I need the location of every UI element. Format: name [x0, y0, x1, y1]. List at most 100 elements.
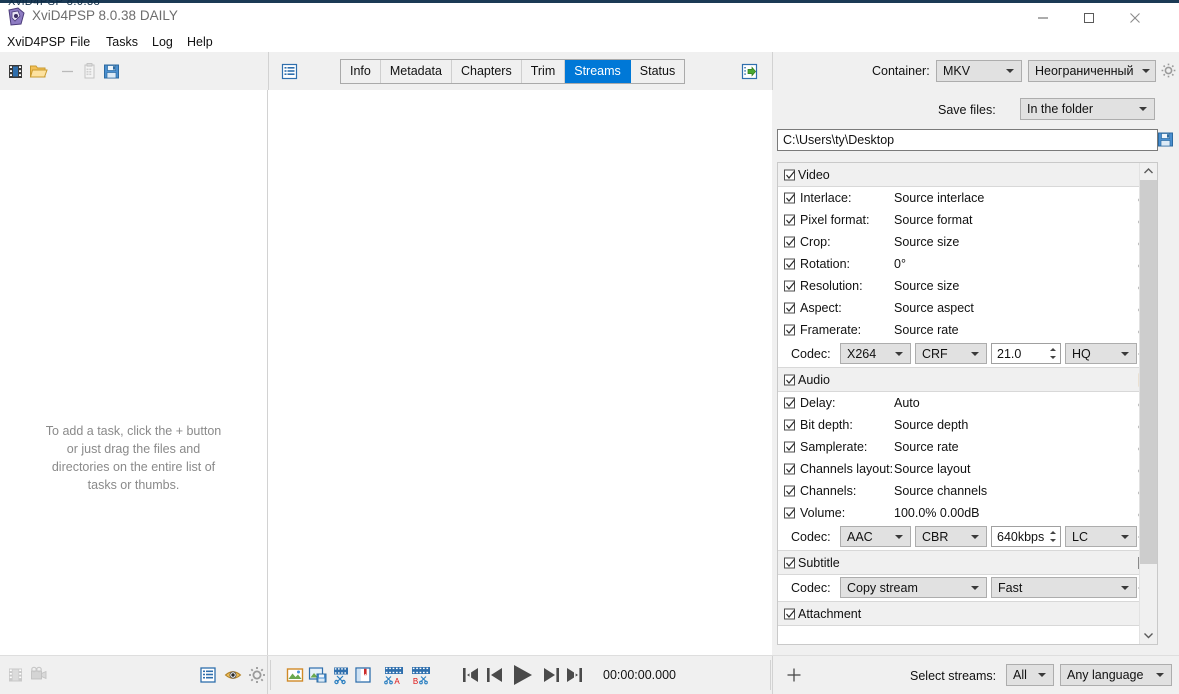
minimize-button[interactable]	[1020, 3, 1066, 33]
video-quality-stepper[interactable]: 21.0	[991, 343, 1061, 364]
profile-select[interactable]: Неограниченный	[1028, 60, 1156, 82]
stepper-up-icon[interactable]	[1050, 531, 1056, 534]
group-header-attachment[interactable]: Attachment	[778, 601, 1157, 626]
scroll-down-button[interactable]	[1140, 627, 1157, 644]
group-header-audio[interactable]: Audio	[778, 367, 1157, 392]
select-streams-dropdown[interactable]: All	[1006, 664, 1054, 686]
stepper-buttons[interactable]	[1048, 345, 1059, 362]
skip-back-icon[interactable]	[461, 664, 483, 686]
film-strip-icon[interactable]	[6, 665, 26, 685]
list-icon[interactable]	[198, 665, 218, 685]
save-files-select[interactable]: In the folder	[1020, 98, 1155, 120]
output-path-input[interactable]: C:\Users\ty\Desktop	[777, 129, 1158, 151]
video-checkbox[interactable]	[784, 169, 795, 180]
trim-start-a-icon[interactable]: A	[383, 665, 403, 686]
step-back-icon[interactable]	[485, 664, 507, 686]
camera-icon[interactable]	[29, 665, 49, 685]
menu-item-xvid4psp[interactable]: XviD4PSP	[2, 33, 70, 52]
attachment-checkbox[interactable]	[784, 608, 795, 619]
settings-scrollbar[interactable]	[1139, 163, 1157, 644]
setting-row-channels-layout[interactable]: Channels layout: Source layout	[778, 458, 1157, 480]
setting-row-framerate[interactable]: Framerate: Source rate	[778, 319, 1157, 341]
setting-row-volume[interactable]: Volume: 100.0% 0.00dB	[778, 502, 1157, 524]
tab-trim[interactable]: Trim	[522, 60, 566, 83]
bit-depth-checkbox[interactable]	[784, 419, 795, 431]
save-disk-icon[interactable]	[1156, 130, 1175, 149]
film-icon[interactable]	[6, 62, 25, 81]
maximize-button[interactable]	[1066, 3, 1112, 33]
language-dropdown[interactable]: Any language	[1060, 664, 1172, 686]
audio-profile-select[interactable]: LC	[1065, 526, 1137, 547]
menu-item-tasks[interactable]: Tasks	[101, 33, 143, 52]
tab-chapters[interactable]: Chapters	[452, 60, 522, 83]
interlace-checkbox[interactable]	[784, 192, 795, 204]
tab-info[interactable]: Info	[341, 60, 381, 83]
setting-row-resolution[interactable]: Resolution: Source size	[778, 275, 1157, 297]
tab-streams[interactable]: Streams	[565, 60, 631, 83]
setting-row-aspect[interactable]: Aspect: Source aspect	[778, 297, 1157, 319]
channels-layout-checkbox[interactable]	[784, 463, 795, 475]
trim-end-b-icon[interactable]: B	[410, 665, 430, 686]
menu-item-help[interactable]: Help	[182, 33, 218, 52]
pixel-format-checkbox[interactable]	[784, 214, 795, 226]
setting-row-samplerate[interactable]: Samplerate: Source rate	[778, 436, 1157, 458]
save-icon[interactable]	[102, 62, 121, 81]
channels-checkbox[interactable]	[784, 485, 795, 497]
framerate-checkbox[interactable]	[784, 324, 795, 336]
setting-row-pixel-format[interactable]: Pixel format: Source format	[778, 209, 1157, 231]
profile-value: Неограниченный	[1035, 64, 1134, 78]
bookmark-icon[interactable]	[353, 665, 373, 685]
video-mode-select[interactable]: CRF	[915, 343, 987, 364]
tab-metadata[interactable]: Metadata	[381, 60, 452, 83]
subtitle-checkbox[interactable]	[784, 557, 795, 568]
rotation-checkbox[interactable]	[784, 258, 795, 270]
close-button[interactable]	[1112, 3, 1158, 33]
menu-item-file[interactable]: File	[65, 33, 95, 52]
tab-status[interactable]: Status	[631, 60, 684, 83]
menu-item-log[interactable]: Log	[147, 33, 178, 52]
task-list-panel[interactable]: To add a task, click the + button or jus…	[0, 90, 268, 655]
step-forward-icon[interactable]	[539, 664, 561, 686]
group-header-subtitle[interactable]: Subtitle ABC	[778, 550, 1157, 575]
stepper-buttons[interactable]	[1048, 528, 1059, 545]
setting-row-bit-depth[interactable]: Bit depth: Source depth	[778, 414, 1157, 436]
gear-icon[interactable]	[1160, 62, 1179, 81]
stepper-up-icon[interactable]	[1050, 348, 1056, 351]
list-view-icon[interactable]	[280, 62, 299, 81]
subtitle-codec-select[interactable]: Copy stream	[840, 577, 987, 598]
stepper-down-icon[interactable]	[1050, 356, 1056, 359]
setting-row-rotation[interactable]: Rotation: 0°	[778, 253, 1157, 275]
samplerate-checkbox[interactable]	[784, 441, 795, 453]
skip-forward-icon[interactable]	[562, 664, 584, 686]
video-codec-select[interactable]: X264	[840, 343, 911, 364]
scrollbar-thumb[interactable]	[1140, 180, 1157, 564]
eye-icon[interactable]	[223, 665, 243, 685]
video-preset-select[interactable]: HQ	[1065, 343, 1137, 364]
play-icon[interactable]	[508, 661, 536, 689]
audio-codec-select[interactable]: AAC	[840, 526, 911, 547]
delay-checkbox[interactable]	[784, 397, 795, 409]
scroll-up-button[interactable]	[1140, 163, 1157, 180]
crop-checkbox[interactable]	[784, 236, 795, 248]
setting-row-crop[interactable]: Crop: Source size	[778, 231, 1157, 253]
gear-icon[interactable]	[247, 665, 267, 685]
group-header-video[interactable]: Video	[778, 163, 1157, 187]
open-folder-icon[interactable]	[29, 62, 48, 81]
setting-row-channels[interactable]: Channels: Source channels	[778, 480, 1157, 502]
container-select[interactable]: MKV	[936, 60, 1022, 82]
cut-icon[interactable]	[331, 665, 351, 685]
subtitle-preset-select[interactable]: Fast	[991, 577, 1137, 598]
setting-row-delay[interactable]: Delay: Auto	[778, 392, 1157, 414]
add-task-button[interactable]	[785, 666, 803, 684]
stepper-down-icon[interactable]	[1050, 539, 1056, 542]
volume-checkbox[interactable]	[784, 507, 795, 519]
audio-mode-select[interactable]: CBR	[915, 526, 987, 547]
image-icon[interactable]	[285, 665, 305, 685]
setting-row-interlace[interactable]: Interlace: Source interlace	[778, 187, 1157, 209]
audio-checkbox[interactable]	[784, 374, 795, 385]
resolution-checkbox[interactable]	[784, 280, 795, 292]
aspect-checkbox[interactable]	[784, 302, 795, 314]
audio-bitrate-stepper[interactable]: 640kbps	[991, 526, 1061, 547]
image-save-icon[interactable]	[308, 665, 328, 685]
export-icon[interactable]	[740, 62, 759, 81]
